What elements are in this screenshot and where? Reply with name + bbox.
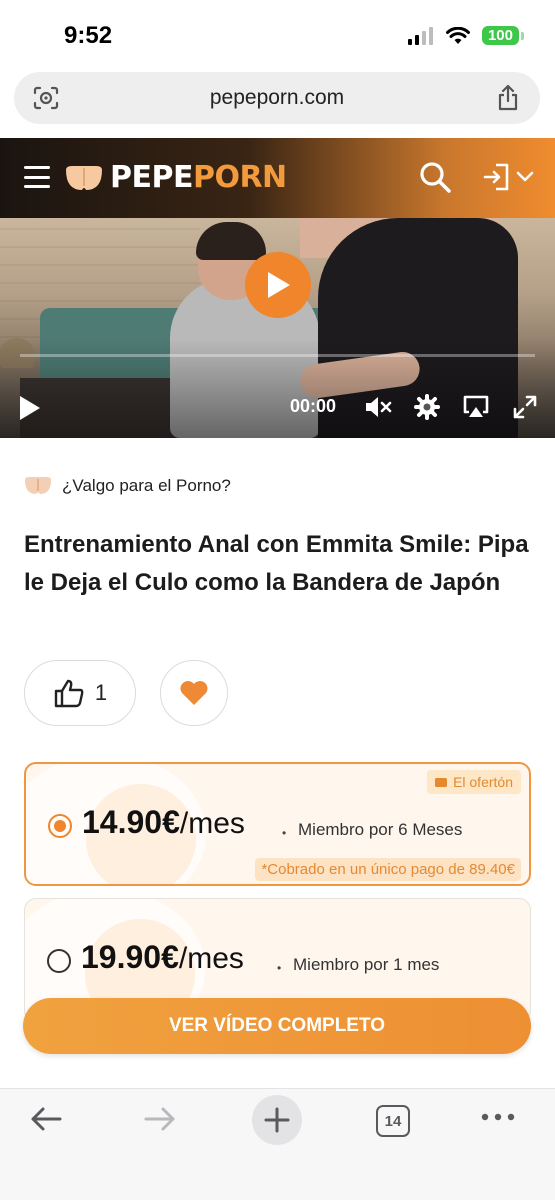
plan-option-6-months[interactable]: 14.90€ /mes • Miembro por 6 Meses El ofe… [24, 762, 531, 886]
thumbs-up-icon [54, 679, 84, 708]
like-count: 1 [94, 680, 108, 705]
video-time: 00:00 [290, 396, 337, 416]
wifi-icon [445, 26, 470, 44]
plus-icon [264, 1107, 290, 1133]
offer-badge: El ofertón [427, 770, 521, 794]
fullscreen-icon[interactable] [512, 394, 538, 425]
play-button-large[interactable] [245, 252, 311, 318]
price-amount: 19.90€ [81, 939, 179, 975]
logo-mark-icon [66, 165, 102, 190]
menu-icon[interactable] [24, 166, 50, 188]
category-icon [25, 477, 51, 494]
separator-dot: • [277, 961, 282, 975]
like-button[interactable]: 1 [24, 660, 136, 726]
ticket-icon [435, 777, 448, 787]
browser-toolbar: 14 [0, 1088, 555, 1200]
logo-text-part1: PEPE [110, 160, 193, 195]
new-tab-button[interactable] [252, 1095, 302, 1145]
category-label: ¿Valgo para el Porno? [62, 476, 231, 495]
price-unit: /mes [179, 807, 245, 840]
video-details: ¿Valgo para el Porno? Entrenamiento Anal… [0, 438, 555, 1088]
billing-note: *Cobrado en un único pago de 89.40€ [255, 858, 521, 881]
video-player[interactable]: 00:00 [0, 218, 555, 438]
play-icon [268, 272, 290, 298]
share-icon[interactable] [496, 84, 520, 117]
site-header: PEPEPORN [0, 138, 555, 218]
search-icon[interactable] [418, 160, 452, 199]
video-progress-bar[interactable] [20, 354, 535, 357]
favorite-button[interactable] [160, 660, 228, 726]
plan-description: Miembro por 6 Meses [298, 820, 463, 839]
url-text: pepeporn.com [209, 86, 345, 109]
plan-radio-selected[interactable] [48, 814, 72, 838]
plan-description: Miembro por 1 mes [293, 955, 440, 974]
status-indicators: 100 [407, 26, 525, 45]
watch-full-video-button[interactable]: VER VÍDEO COMPLETO [23, 998, 531, 1054]
video-controls: 00:00 [0, 388, 555, 428]
lens-icon[interactable] [32, 85, 60, 116]
offer-badge-label: El ofertón [453, 774, 513, 790]
status-bar: 9:52 100 [0, 0, 555, 72]
price-unit: /mes [178, 942, 244, 975]
plan-price: 14.90€ /mes [82, 804, 245, 841]
heart-icon [180, 681, 208, 705]
chevron-down-icon [516, 171, 534, 182]
separator-dot: • [282, 826, 287, 840]
logo-text-part2: PORN [192, 160, 287, 195]
category-link[interactable]: ¿Valgo para el Porno? [24, 476, 231, 496]
battery-indicator: 100 [481, 26, 525, 45]
address-bar[interactable]: pepeporn.com [14, 72, 540, 124]
settings-gear-icon[interactable] [414, 394, 440, 425]
signal-icon [407, 26, 433, 45]
login-door-icon [483, 163, 509, 191]
site-logo[interactable]: PEPEPORN [64, 160, 287, 195]
back-arrow-icon[interactable] [28, 1101, 64, 1142]
forward-arrow-icon[interactable] [142, 1101, 178, 1142]
plan-radio-unselected[interactable] [47, 949, 71, 973]
play-icon[interactable] [18, 394, 42, 427]
status-time: 9:52 [64, 22, 113, 49]
plan-price: 19.90€ /mes [81, 939, 244, 976]
login-button[interactable] [482, 162, 534, 192]
airplay-icon[interactable] [462, 394, 490, 425]
video-title: Entrenamiento Anal con Emmita Smile: Pip… [24, 531, 529, 596]
more-options-icon[interactable] [480, 1109, 516, 1130]
tab-switcher-button[interactable]: 14 [376, 1105, 410, 1137]
price-amount: 14.90€ [82, 804, 180, 840]
mute-icon[interactable] [364, 394, 392, 425]
